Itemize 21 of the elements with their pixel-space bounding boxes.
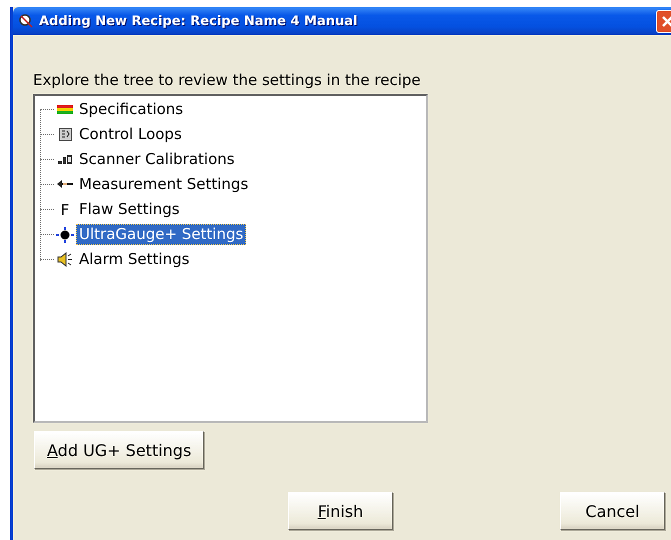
tree-item[interactable]: Flaw Settings	[76, 199, 183, 220]
button[interactable]: Cancel	[560, 492, 665, 530]
crosshair-dot-icon	[56, 226, 74, 242]
letter-icon: F	[60, 202, 70, 218]
tree-item[interactable]: Scanner Calibrations	[76, 149, 238, 170]
close-icon	[661, 14, 671, 28]
panel-icon	[58, 128, 72, 141]
color-bars-icon	[57, 104, 73, 114]
tree-item[interactable]: Control Loops	[76, 124, 185, 145]
window-title: Adding New Recipe: Recipe Name 4 Manual	[39, 14, 358, 28]
magnifier-icon	[18, 13, 34, 29]
instruction-text: Explore the tree to review the settings in the recipe	[33, 71, 422, 89]
tree-item[interactable]: UltraGauge+ Settings	[76, 224, 246, 245]
scanner-icon	[58, 154, 72, 165]
button[interactable]: Finish	[288, 492, 393, 530]
button[interactable]: Add UG+ Settings	[34, 431, 204, 469]
pointer-icon	[57, 180, 73, 189]
speaker-icon	[57, 252, 73, 267]
tree-item[interactable]: Measurement Settings	[76, 174, 252, 195]
tree-item[interactable]: Alarm Settings	[76, 249, 192, 270]
tree-item[interactable]: Specifications	[76, 99, 186, 120]
